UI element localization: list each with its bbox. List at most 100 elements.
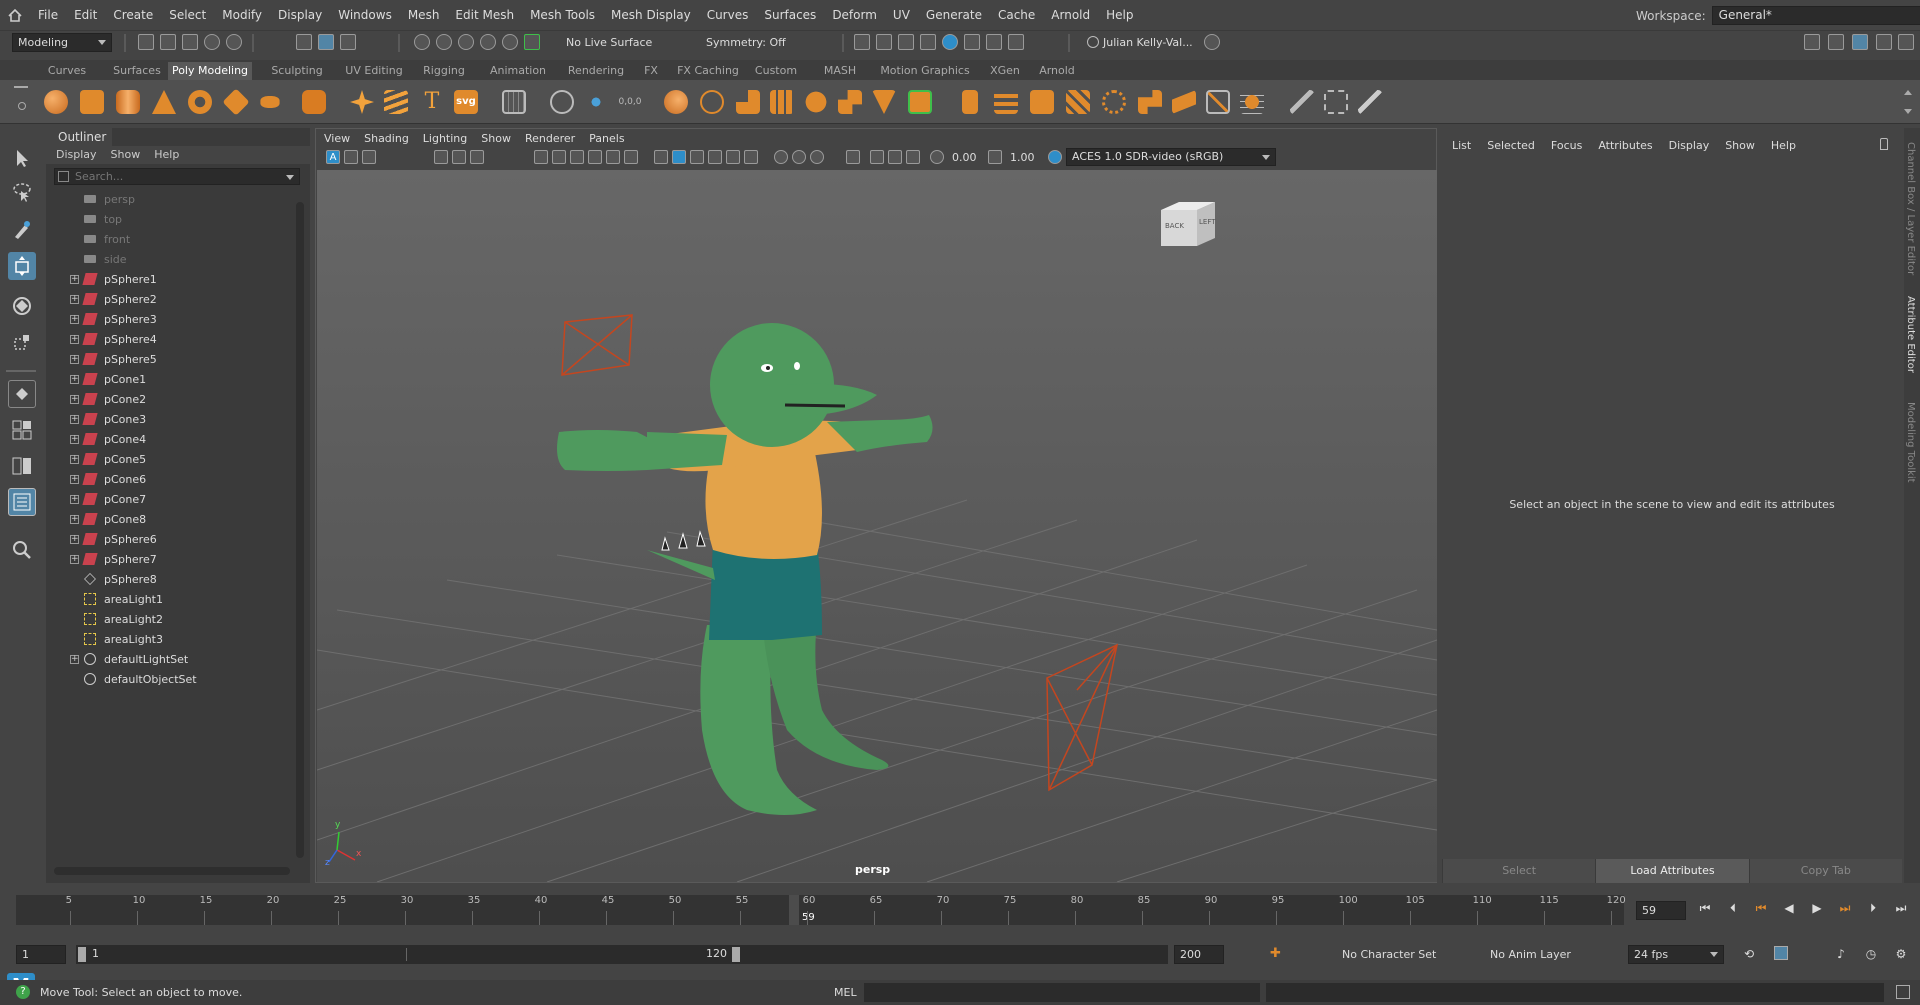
outliner-item-pcone7[interactable]: + pCone7: [46, 489, 310, 509]
load-attributes-button[interactable]: Load Attributes: [1595, 859, 1749, 883]
gamma-icon[interactable]: [988, 150, 1002, 164]
toggle-channel-box-icon[interactable]: [1876, 34, 1892, 50]
wireframe-icon[interactable]: [654, 150, 668, 164]
arnold-render-icon[interactable]: [986, 34, 1002, 50]
grid-icon[interactable]: [534, 150, 548, 164]
outliner-menu-show[interactable]: Show: [111, 146, 141, 164]
search-icon[interactable]: [8, 536, 36, 564]
shelf-tab-mash[interactable]: MASH: [816, 62, 864, 80]
outliner-item-arealight2[interactable]: areaLight2: [46, 609, 310, 629]
outliner-item-psphere1[interactable]: + pSphere1: [46, 269, 310, 289]
sweep-mesh-icon[interactable]: [384, 90, 408, 114]
view-cube[interactable]: BACK LEFT: [1159, 198, 1219, 250]
film-gate-icon[interactable]: [552, 150, 566, 164]
time-slider-track[interactable]: 59 5 10 15 20 25 30 35 40 45 50 55 60 65 70 75 80 85 90 95…: [16, 895, 1626, 925]
render-view-icon[interactable]: [964, 34, 980, 50]
attr-menu-focus[interactable]: Focus: [1551, 139, 1582, 152]
menu-mesh[interactable]: Mesh: [400, 0, 448, 31]
outliner-item-top[interactable]: top: [46, 209, 310, 229]
search-input[interactable]: [55, 169, 255, 184]
exposure-field[interactable]: 0.00: [946, 149, 986, 166]
camera-attributes-icon[interactable]: [344, 150, 358, 164]
expand-icon[interactable]: +: [70, 554, 79, 564]
outliner-horizontal-scrollbar[interactable]: [54, 867, 290, 875]
step-back-key-icon[interactable]: ⏮: [1754, 901, 1768, 915]
chevron-up-icon[interactable]: [1904, 90, 1912, 95]
menu-deform[interactable]: Deform: [824, 0, 885, 31]
poly-plane-icon[interactable]: [222, 88, 250, 116]
outliner-item-side[interactable]: side: [46, 249, 310, 269]
super-shape-icon[interactable]: [350, 90, 374, 114]
separate-icon[interactable]: [700, 90, 724, 114]
shadows-icon[interactable]: [744, 150, 758, 164]
target-weld-icon[interactable]: [1240, 90, 1264, 114]
connect-icon[interactable]: [1290, 90, 1314, 114]
view-cube-left[interactable]: LEFT: [1199, 218, 1216, 226]
snap-curve-icon[interactable]: [436, 34, 452, 50]
current-time-indicator[interactable]: [789, 895, 800, 925]
viewport-menu-panels[interactable]: Panels: [589, 129, 624, 148]
snap-surface-icon[interactable]: [502, 34, 518, 50]
expand-icon[interactable]: +: [70, 414, 79, 424]
shelf-tab-rigging[interactable]: Rigging: [420, 62, 468, 80]
playback-speed-icon[interactable]: ◷: [1864, 947, 1878, 961]
menu-generate[interactable]: Generate: [918, 0, 990, 31]
poly-cylinder-icon[interactable]: [116, 90, 140, 114]
two-d-pan-icon[interactable]: [452, 150, 466, 164]
attr-menu-attributes[interactable]: Attributes: [1598, 139, 1652, 152]
render-frame-icon[interactable]: [854, 34, 870, 50]
outliner-menu-help[interactable]: Help: [154, 146, 179, 164]
viewport-menu-show[interactable]: Show: [481, 129, 511, 148]
isolate-select-icon[interactable]: [846, 150, 860, 164]
expand-icon[interactable]: +: [70, 374, 79, 384]
motion-blur-icon[interactable]: [792, 150, 806, 164]
combine-icon[interactable]: [664, 90, 688, 114]
animation-preferences-icon[interactable]: ⚙: [1894, 947, 1908, 961]
snap-view-icon[interactable]: [480, 34, 496, 50]
go-to-start-icon[interactable]: ⏮: [1698, 901, 1712, 915]
viewport-menu-renderer[interactable]: Renderer: [525, 129, 575, 148]
field-chart-icon[interactable]: [606, 150, 620, 164]
select-button[interactable]: Select: [1442, 859, 1596, 883]
type-tool-icon[interactable]: T: [420, 90, 444, 114]
outliner-menu-display[interactable]: Display: [56, 146, 97, 164]
expand-icon[interactable]: +: [70, 334, 79, 344]
ambient-occlusion-icon[interactable]: [774, 150, 788, 164]
command-input[interactable]: [864, 983, 1260, 1002]
toggle-outliner-icon[interactable]: [1898, 34, 1914, 50]
sound-icon[interactable]: ♪: [1834, 947, 1848, 961]
range-end-handle[interactable]: [732, 947, 740, 962]
wedge-icon[interactable]: [1172, 90, 1196, 114]
help-icon[interactable]: [1204, 34, 1220, 50]
expand-icon[interactable]: +: [70, 274, 79, 284]
outliner-item-pcone3[interactable]: + pCone3: [46, 409, 310, 429]
single-perspective-layout-icon[interactable]: [8, 380, 36, 408]
use-lights-icon[interactable]: [726, 150, 740, 164]
workspace-dropdown[interactable]: General*: [1711, 6, 1920, 25]
expand-icon[interactable]: +: [70, 434, 79, 444]
xray-icon[interactable]: [870, 150, 884, 164]
shelf-tab-rendering[interactable]: Rendering: [564, 62, 628, 80]
poly-torus-icon[interactable]: [188, 90, 212, 114]
menu-edit[interactable]: Edit: [66, 0, 105, 31]
pause-icon[interactable]: [1008, 34, 1024, 50]
rotate-tool[interactable]: [8, 292, 36, 320]
select-objects-icon[interactable]: [318, 34, 334, 50]
outliner-item-defaultobjectset[interactable]: defaultObjectSet: [46, 669, 310, 689]
shelf-tab-xgen[interactable]: XGen: [986, 62, 1024, 80]
wireframe-on-shaded-icon[interactable]: [690, 150, 704, 164]
bookmark-icon[interactable]: [362, 150, 376, 164]
boolean-icon[interactable]: [838, 90, 862, 114]
poly-cube-icon[interactable]: [80, 90, 104, 114]
select-camera-icon[interactable]: A: [326, 150, 340, 164]
outliner-layout-icon[interactable]: [8, 488, 36, 516]
menu-select[interactable]: Select: [161, 0, 214, 31]
menu-mesh-display[interactable]: Mesh Display: [603, 0, 699, 31]
outliner-item-pcone8[interactable]: + pCone8: [46, 509, 310, 529]
numeric-input-icon[interactable]: 0,0,0: [618, 90, 642, 114]
menu-set-dropdown[interactable]: Modeling: [12, 33, 112, 52]
menu-cache[interactable]: Cache: [990, 0, 1043, 31]
menu-mesh-tools[interactable]: Mesh Tools: [522, 0, 603, 31]
smooth-shade-icon[interactable]: [672, 150, 686, 164]
expand-icon[interactable]: +: [70, 394, 79, 404]
